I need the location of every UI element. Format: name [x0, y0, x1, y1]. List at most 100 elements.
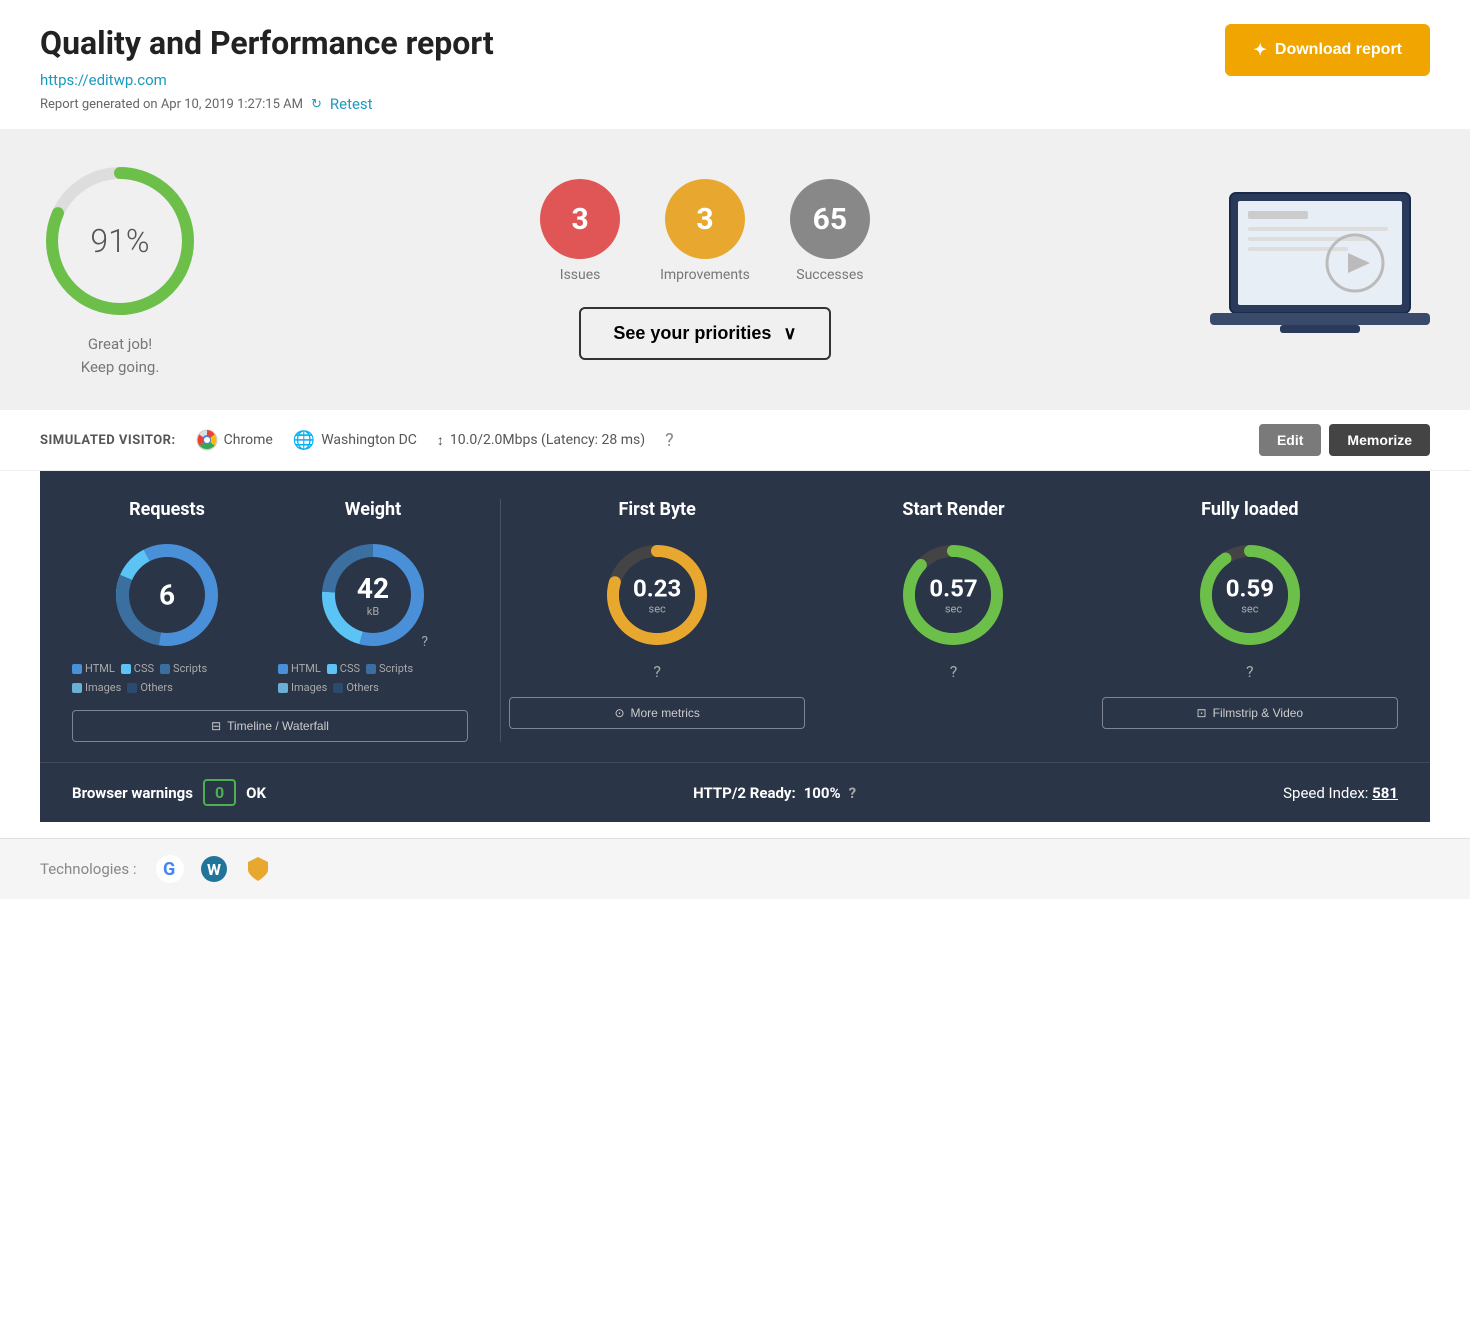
score-value: 91%	[90, 222, 149, 260]
page-header: Quality and Performance report https://e…	[0, 0, 1470, 129]
filmstrip-video-button[interactable]: ⊡ Filmstrip & Video	[1102, 697, 1398, 729]
legend-css: CSS	[121, 662, 154, 675]
technologies-section: Technologies : G W	[0, 838, 1470, 899]
metrics-inner-grid: Requests 6	[72, 499, 1398, 742]
weight-col: Weight 42 kB	[278, 499, 468, 694]
header-left: Quality and Performance report https://e…	[40, 24, 494, 113]
site-url-link[interactable]: https://editwp.com	[40, 71, 167, 89]
successes-badge: 65	[790, 179, 870, 259]
bottom-bar: Browser warnings 0 OK HTTP/2 Ready: 100%…	[40, 762, 1430, 822]
start-render-donut: 0.57 sec	[898, 540, 1008, 650]
visitor-location: 🌐 Washington DC	[293, 430, 417, 451]
visitor-bar: SIMULATED VISITOR: Chrome 🌐 Washington D…	[0, 410, 1470, 471]
fully-loaded-help-icon[interactable]: ?	[1246, 662, 1254, 681]
metrics-wrapper: Requests 6	[40, 471, 1430, 822]
chrome-icon	[196, 429, 218, 451]
visitor-label: SIMULATED VISITOR:	[40, 433, 176, 448]
download-report-button[interactable]: ✦ Download report	[1225, 24, 1430, 76]
start-render-value-label: 0.57 sec	[929, 575, 977, 616]
weight-donut: 42 kB ?	[318, 540, 428, 650]
tech-icons: G W	[156, 855, 272, 883]
browser-warnings-section: Browser warnings 0 OK	[72, 779, 266, 806]
see-priorities-button[interactable]: See your priorities ∨	[579, 307, 830, 360]
visitor-browser: Chrome	[196, 429, 273, 451]
weight-title: Weight	[345, 499, 401, 520]
page-title: Quality and Performance report	[40, 24, 494, 62]
legend-css-w: CSS	[327, 662, 360, 675]
fully-loaded-col: Fully loaded 0.59 sec ?	[1102, 499, 1398, 742]
rw-grid: Requests 6	[72, 499, 468, 694]
http2-help-icon[interactable]: ?	[849, 784, 856, 802]
requests-legend: HTML CSS Scripts Images Others	[72, 662, 262, 694]
warning-count-badge: 0	[203, 779, 236, 806]
timeline-waterfall-button[interactable]: ⊟ Timeline / Waterfall	[72, 710, 468, 742]
issues-metric: 3 Issues	[540, 179, 620, 283]
start-render-help-icon[interactable]: ?	[950, 662, 958, 681]
issues-label: Issues	[560, 267, 601, 283]
download-icon: ✦	[1253, 40, 1266, 60]
weight-legend: HTML CSS Scripts Images Others	[278, 662, 468, 694]
memorize-button[interactable]: Memorize	[1329, 424, 1430, 456]
requests-title: Requests	[129, 499, 205, 520]
help-icon-visitor[interactable]: ?	[665, 430, 674, 451]
requests-col: Requests 6	[72, 499, 262, 694]
metrics-circles: 3 Issues 3 Improvements 65 Successes	[540, 179, 870, 283]
weight-help-icon[interactable]: ?	[421, 631, 428, 650]
summary-section: 91% Great job! Keep going. 3 Issues 3 Im…	[0, 129, 1470, 410]
issues-badge: 3	[540, 179, 620, 259]
first-byte-value-label: 0.23 sec	[633, 575, 681, 616]
start-render-title: Start Render	[902, 499, 1004, 520]
legend-scripts-w: Scripts	[366, 662, 413, 675]
score-label: Great job! Keep going.	[81, 333, 160, 378]
svg-text:W: W	[207, 860, 221, 879]
requests-count-label: 6	[159, 579, 175, 612]
successes-metric: 65 Successes	[790, 179, 870, 283]
score-container: 91% Great job! Keep going.	[40, 161, 200, 378]
successes-label: Successes	[796, 267, 863, 283]
requests-weight-section: Requests 6	[72, 499, 492, 742]
improvements-metric: 3 Improvements	[660, 179, 750, 283]
improvements-label: Improvements	[660, 267, 750, 283]
legend-html: HTML	[72, 662, 115, 675]
google-icon: G	[156, 855, 184, 883]
timeline-icon: ⊟	[211, 719, 221, 733]
first-byte-col: First Byte 0.23 sec ?	[509, 499, 805, 742]
http2-section: HTTP/2 Ready: 100% ?	[693, 784, 856, 802]
tech-label: Technologies :	[40, 860, 136, 878]
legend-others-w: Others	[333, 681, 378, 694]
first-byte-donut: 0.23 sec	[602, 540, 712, 650]
speed-index-link[interactable]: 581	[1372, 784, 1398, 802]
edit-button[interactable]: Edit	[1259, 424, 1321, 456]
chevron-down-icon: ∨	[783, 323, 796, 344]
visitor-speed: ↕ 10.0/2.0Mbps (Latency: 28 ms)	[437, 432, 645, 449]
wordpress-icon: W	[200, 855, 228, 883]
weight-count-label: 42 kB	[357, 572, 389, 618]
legend-scripts: Scripts	[160, 662, 207, 675]
shield-icon	[244, 855, 272, 883]
speed-index-section: Speed Index: 581	[1283, 784, 1398, 802]
svg-text:G: G	[163, 859, 175, 880]
laptop-illustration	[1210, 183, 1430, 357]
fully-loaded-donut: 0.59 sec	[1195, 540, 1305, 650]
globe-icon: 🌐	[293, 430, 315, 451]
speed-icon: ↕	[437, 432, 444, 449]
clock-icon: ⊙	[614, 706, 624, 720]
header-meta: Report generated on Apr 10, 2019 1:27:15…	[40, 95, 494, 113]
first-byte-title: First Byte	[618, 499, 695, 520]
fully-loaded-value-label: 0.59 sec	[1226, 575, 1274, 616]
legend-html-w: HTML	[278, 662, 321, 675]
start-render-col: Start Render 0.57 sec ?	[805, 499, 1101, 742]
visitor-actions: Edit Memorize	[1259, 424, 1430, 456]
legend-images: Images	[72, 681, 121, 694]
improvements-badge: 3	[665, 179, 745, 259]
refresh-icon: ↻	[311, 97, 322, 112]
legend-images-w: Images	[278, 681, 327, 694]
first-byte-help-icon[interactable]: ?	[653, 662, 661, 681]
retest-link[interactable]: Retest	[330, 95, 373, 113]
report-meta-text: Report generated on Apr 10, 2019 1:27:15…	[40, 97, 303, 112]
metrics-area: 3 Issues 3 Improvements 65 Successes See…	[540, 179, 870, 360]
requests-donut: 6	[112, 540, 222, 650]
more-metrics-button[interactable]: ⊙ More metrics	[509, 697, 805, 729]
timing-section: First Byte 0.23 sec ?	[493, 499, 1398, 742]
metrics-panel: Requests 6	[40, 471, 1430, 822]
